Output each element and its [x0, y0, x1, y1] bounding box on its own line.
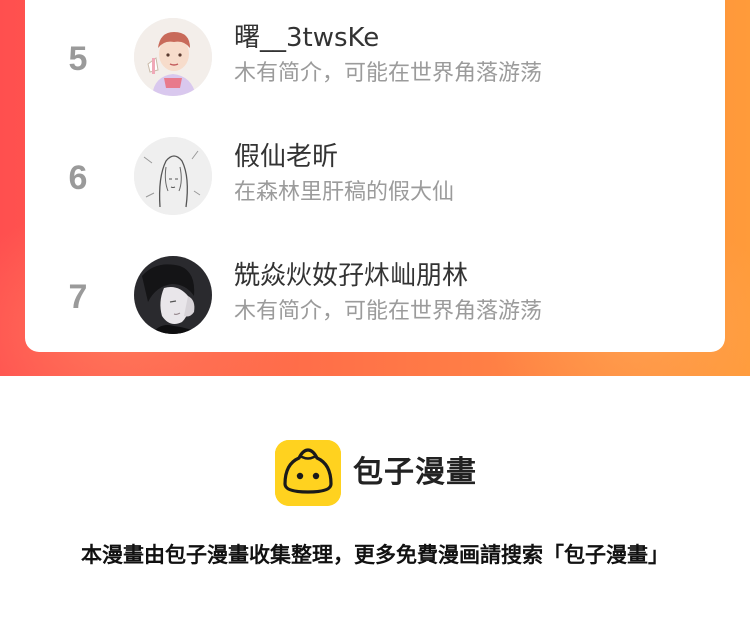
user-bio: 木有简介，可能在世界角落游荡: [234, 299, 543, 324]
footer: 包子漫畫 本漫畫由包子漫畫收集整理，更多免費漫画請搜索「包子漫畫」: [0, 376, 750, 640]
user-name[interactable]: 兟焱炏奻孖炑屾朋林: [234, 260, 468, 292]
boy-illustration-avatar-icon: [134, 18, 212, 96]
ranking-row[interactable]: 6 假仙老昕 在森林里肝稿的假大仙: [25, 129, 725, 229]
user-name[interactable]: 假仙老昕: [234, 141, 338, 173]
rank-number: 6: [68, 159, 88, 197]
user-name[interactable]: 曙__3twsKe: [234, 22, 379, 54]
user-avatar[interactable]: [134, 256, 212, 334]
rank-number: 7: [68, 278, 88, 316]
page: 5 曙__3twsKe 木有简介，可能在世界角落游荡 6 假仙老昕 在森林里肝稿…: [0, 0, 750, 640]
ranking-row[interactable]: 5 曙__3twsKe 木有简介，可能在世界角落游荡: [25, 10, 725, 110]
brand-name: 包子漫畫: [353, 455, 477, 490]
user-avatar[interactable]: [134, 137, 212, 215]
user-bio: 在森林里肝稿的假大仙: [234, 180, 455, 205]
ranking-card: 5 曙__3twsKe 木有简介，可能在世界角落游荡 6 假仙老昕 在森林里肝稿…: [25, 0, 725, 352]
brand[interactable]: 包子漫畫: [275, 440, 485, 506]
source-notice: 本漫畫由包子漫畫收集整理，更多免費漫画請搜索「包子漫畫」: [81, 543, 669, 567]
user-bio: 木有简介，可能在世界角落游荡: [234, 61, 543, 86]
dark-portrait-avatar-icon: [134, 256, 212, 334]
user-avatar[interactable]: [134, 18, 212, 96]
ranking-row[interactable]: 7 兟焱炏奻孖炑屾朋林 木有简介，可能在世界角落游荡: [25, 248, 725, 348]
ranking-background: 5 曙__3twsKe 木有简介，可能在世界角落游荡 6 假仙老昕 在森林里肝稿…: [0, 0, 750, 376]
sketch-girl-avatar-icon: [134, 137, 212, 215]
bun-logo-icon: [275, 440, 341, 506]
rank-number: 5: [68, 40, 88, 78]
